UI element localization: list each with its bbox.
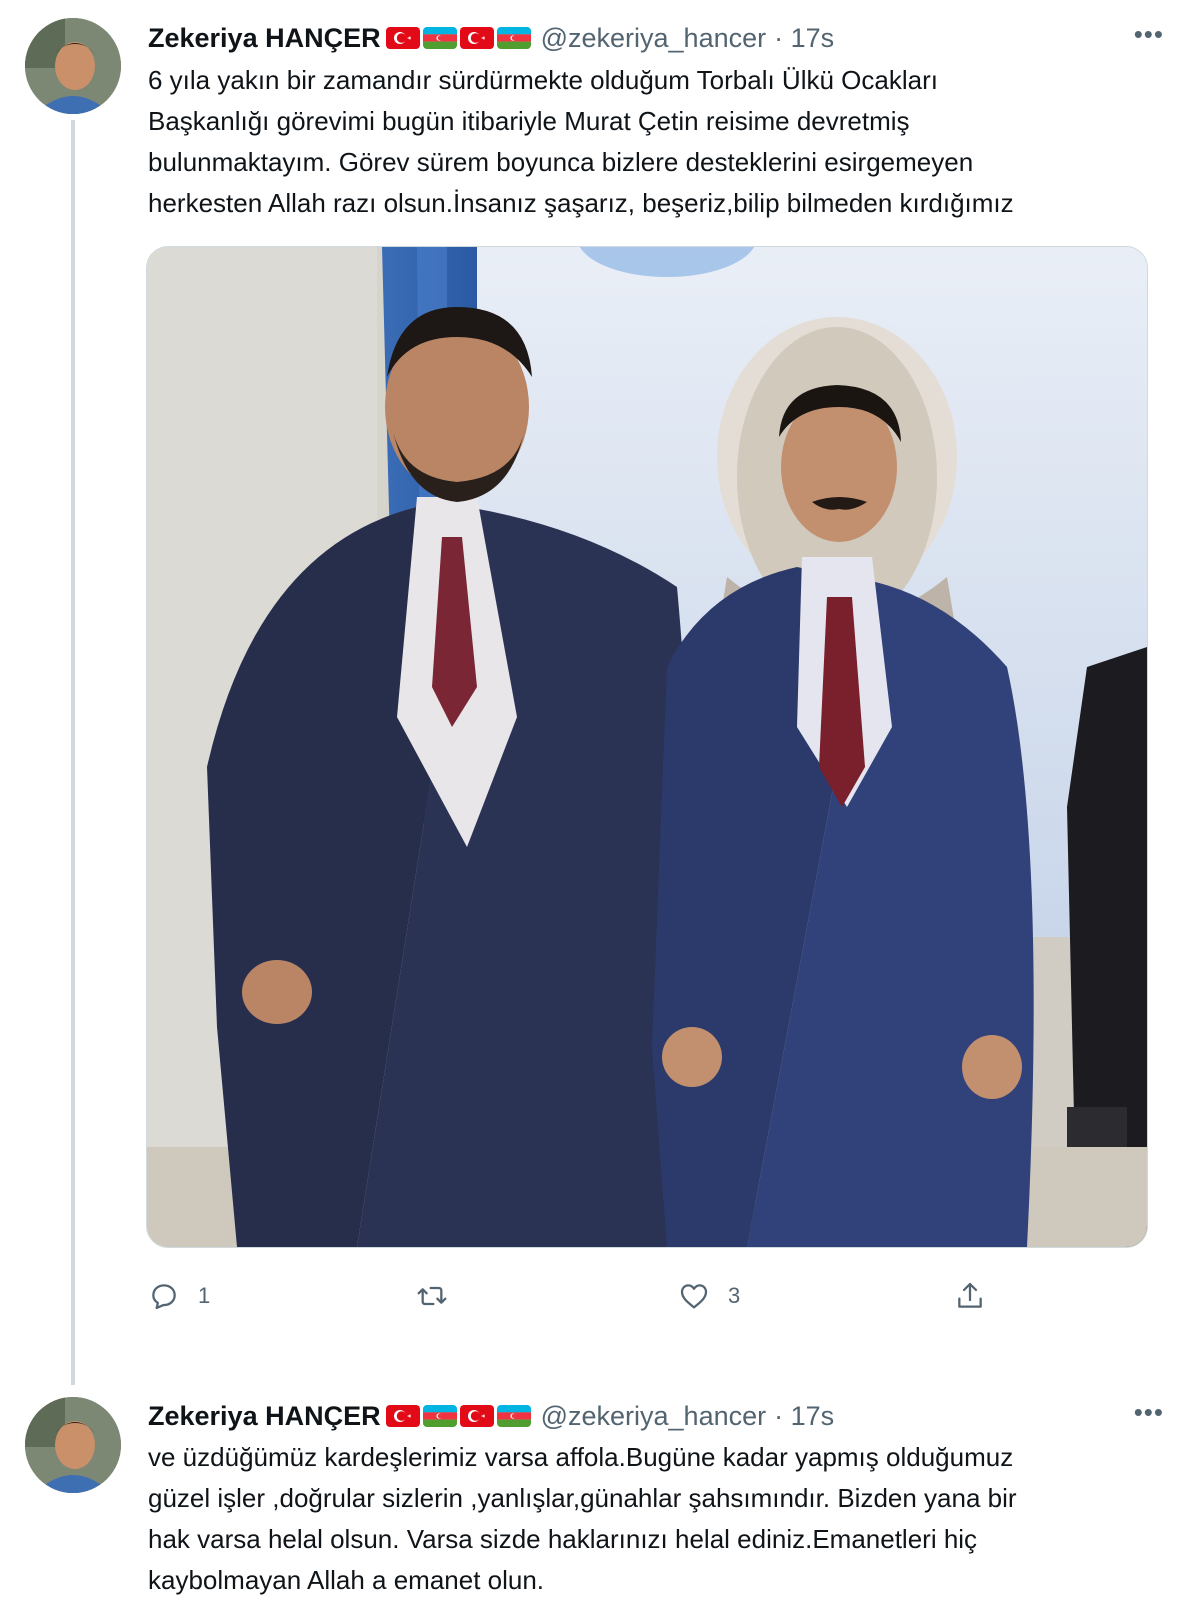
author-name[interactable]: Zekeriya HANÇER <box>148 23 381 54</box>
tweet-photo[interactable] <box>146 246 1148 1248</box>
azerbaijan-flag-icon <box>496 1405 531 1427</box>
reply-icon <box>152 1284 176 1310</box>
tweet-text: ve üzdüğümüz kardeşlerimiz varsa affola.… <box>148 1442 1017 1595</box>
tweet-header: Zekeriya HANÇER @zekeriya_hancer · 17s <box>148 18 834 58</box>
thread-line <box>71 120 75 1385</box>
retweet-icon <box>417 1286 447 1306</box>
more-options-icon[interactable]: ••• <box>1134 1392 1164 1432</box>
turkey-flag-icon <box>459 27 494 49</box>
tweet-2[interactable]: Zekeriya HANÇER @zekeriya_hancer · 17s •… <box>0 1380 1200 1611</box>
author-name[interactable]: Zekeriya HANÇER <box>148 1401 381 1432</box>
like-button[interactable]: 3 <box>678 1274 740 1318</box>
turkey-flag-icon <box>385 1405 420 1427</box>
author-handle[interactable]: @zekeriya_hancer <box>541 1401 767 1432</box>
share-button[interactable] <box>954 1274 986 1318</box>
azerbaijan-flag-icon <box>496 27 531 49</box>
tweet-header: Zekeriya HANÇER @zekeriya_hancer · 17s <box>148 1396 834 1436</box>
tweet-timestamp[interactable]: · 17s <box>774 23 834 54</box>
heart-icon <box>680 1284 708 1309</box>
tweet-1[interactable]: Zekeriya HANÇER @zekeriya_hancer · 17s •… <box>0 0 1200 1385</box>
name-flags <box>383 1405 531 1427</box>
author-handle[interactable]: @zekeriya_hancer <box>541 23 767 54</box>
photo-two-men-in-suits <box>147 247 1147 1247</box>
reply-button[interactable]: 1 <box>148 1274 210 1318</box>
share-icon <box>958 1282 982 1308</box>
author-avatar[interactable] <box>25 1397 121 1493</box>
tweet-timestamp[interactable]: · 17s <box>774 1401 834 1432</box>
turkey-flag-icon <box>459 1405 494 1427</box>
more-options-icon[interactable]: ••• <box>1134 14 1164 54</box>
author-avatar[interactable] <box>25 18 121 114</box>
tweet-text: 6 yıla yakın bir zamandır sürdürmekte ol… <box>148 65 1014 218</box>
retweet-button[interactable] <box>416 1274 466 1318</box>
reply-count: 1 <box>198 1283 211 1308</box>
name-flags <box>383 27 531 49</box>
turkey-flag-icon <box>385 27 420 49</box>
like-count: 3 <box>728 1283 741 1308</box>
tweet-actions: 1 3 <box>148 1274 1048 1318</box>
azerbaijan-flag-icon <box>422 1405 457 1427</box>
azerbaijan-flag-icon <box>422 27 457 49</box>
